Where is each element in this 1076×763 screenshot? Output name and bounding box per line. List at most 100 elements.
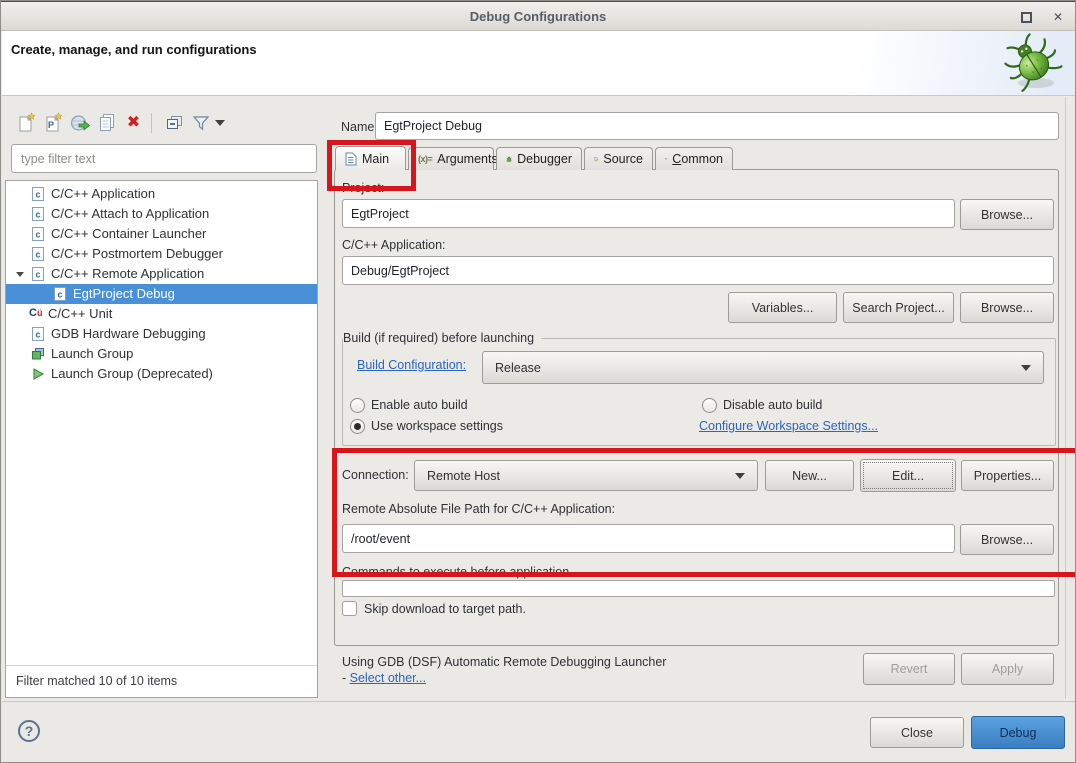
connection-label: Connection: <box>342 468 409 482</box>
build-configuration-combo[interactable]: Release <box>482 351 1044 384</box>
variables-button[interactable]: Variables... <box>728 292 837 323</box>
debug-button[interactable]: Debug <box>971 716 1065 749</box>
skip-download-label: Skip download to target path. <box>364 602 526 616</box>
use-workspace-settings-label: Use workspace settings <box>371 419 503 433</box>
export-launch-config-button[interactable] <box>67 110 92 136</box>
tree-item-egtproject-debug[interactable]: c EgtProject Debug <box>6 284 317 304</box>
c-icon: c <box>53 287 67 301</box>
select-other-link[interactable]: Select other... <box>350 671 426 685</box>
close-button[interactable]: Close <box>870 717 964 748</box>
launcher-info-text: Using GDB (DSF) Automatic Remote Debuggi… <box>342 655 666 669</box>
new-launch-config-icon <box>15 112 37 134</box>
use-workspace-settings-radio[interactable] <box>350 419 365 434</box>
connection-new-button[interactable]: New... <box>765 460 854 491</box>
commands-input[interactable] <box>342 580 1055 597</box>
search-project-button[interactable]: Search Project... <box>843 292 954 323</box>
debug-beetle-icon <box>998 33 1064 93</box>
export-launch-config-icon <box>69 112 91 134</box>
close-window-button[interactable]: ✕ <box>1051 11 1065 25</box>
project-browse-button[interactable]: Browse... <box>960 199 1054 230</box>
svg-text:c: c <box>57 290 62 300</box>
expand-arrow-icon[interactable] <box>16 272 24 277</box>
filter-input[interactable] <box>11 144 317 173</box>
connection-value: Remote Host <box>427 469 500 483</box>
duplicate-icon <box>96 112 118 134</box>
skip-download-checkbox[interactable] <box>342 601 357 616</box>
c-icon: c <box>31 267 45 281</box>
connection-combo[interactable]: Remote Host <box>414 460 758 491</box>
svg-text:c: c <box>35 190 40 200</box>
help-button[interactable]: ? <box>18 720 40 742</box>
svg-text:c: c <box>35 230 40 240</box>
chevron-down-icon <box>1021 365 1031 371</box>
svg-text:c: c <box>35 270 40 280</box>
collapse-all-icon <box>163 112 185 134</box>
enable-auto-build-label: Enable auto build <box>371 398 468 412</box>
name-label: Name: <box>341 120 378 134</box>
maximize-button[interactable] <box>1019 11 1033 25</box>
c-icon: c <box>31 187 45 201</box>
connection-edit-button[interactable]: Edit... <box>860 459 956 492</box>
remote-path-input[interactable] <box>342 524 955 553</box>
new-prototype-icon: P <box>42 112 64 134</box>
maximize-icon <box>1021 12 1032 23</box>
tab-main[interactable]: Main <box>335 146 406 170</box>
commands-label: Commands to execute before application <box>342 565 569 579</box>
footer-separator <box>2 701 1076 702</box>
build-configuration-link[interactable]: Build Configuration: <box>357 358 466 372</box>
common-tab-icon <box>665 152 667 166</box>
revert-button[interactable]: Revert <box>863 653 955 685</box>
enable-auto-build-radio[interactable] <box>350 398 365 413</box>
application-input[interactable] <box>342 256 1054 285</box>
close-icon: ✕ <box>1053 10 1063 24</box>
svg-text:c: c <box>35 210 40 220</box>
tree-item-cpp-application[interactable]: c C/C++ Application <box>6 184 317 204</box>
application-browse-button[interactable]: Browse... <box>960 292 1054 323</box>
new-prototype-button[interactable]: P <box>40 110 65 136</box>
apply-button[interactable]: Apply <box>961 653 1054 685</box>
cunit-icon: Cü <box>29 306 43 320</box>
remote-path-browse-button[interactable]: Browse... <box>960 524 1054 555</box>
disable-auto-build-radio[interactable] <box>702 398 717 413</box>
remote-path-label: Remote Absolute File Path for C/C++ Appl… <box>342 502 615 516</box>
delete-config-button[interactable]: ✖ <box>121 110 146 136</box>
c-icon: c <box>31 227 45 241</box>
tree-item-cpp-container-launcher[interactable]: c C/C++ Container Launcher <box>6 224 317 244</box>
configurations-tree-panel: c C/C++ Application c C/C++ Attach to Ap… <box>5 180 318 698</box>
launcher-prefix: - <box>342 671 350 685</box>
tab-source[interactable]: Source <box>584 147 653 170</box>
project-input[interactable] <box>342 199 955 228</box>
delete-icon: ✖ <box>127 115 140 131</box>
c-icon: c <box>31 247 45 261</box>
tree-item-cpp-postmortem[interactable]: c C/C++ Postmortem Debugger <box>6 244 317 264</box>
filter-button[interactable] <box>188 110 213 136</box>
tree-item-gdb-hardware[interactable]: c GDB Hardware Debugging <box>6 324 317 344</box>
configure-workspace-settings-link[interactable]: Configure Workspace Settings... <box>699 419 878 433</box>
launch-group-deprecated-icon <box>31 367 45 381</box>
debug-configurations-dialog: Debug Configurations ✕ Create, manage, a… <box>0 0 1076 763</box>
tree-item-launch-group-deprecated[interactable]: Launch Group (Deprecated) <box>6 364 317 384</box>
collapse-all-button[interactable] <box>161 110 186 136</box>
window-title: Debug Configurations <box>1 9 1075 24</box>
tab-debugger[interactable]: Debugger <box>496 147 582 170</box>
source-tab-icon <box>594 152 598 166</box>
svg-text:c: c <box>35 330 40 340</box>
name-input[interactable] <box>375 112 1059 140</box>
svg-text:P: P <box>47 120 53 130</box>
tree-item-cpp-attach[interactable]: c C/C++ Attach to Application <box>6 204 317 224</box>
project-label: Project: <box>342 181 384 195</box>
tab-arguments[interactable]: (x)= Arguments <box>408 147 494 170</box>
c-icon: c <box>31 327 45 341</box>
toolbar-menu-button[interactable] <box>212 110 228 136</box>
build-before-launch-group: Build (if required) before launching Bui… <box>342 338 1056 446</box>
new-launch-config-button[interactable] <box>13 110 38 136</box>
tab-common[interactable]: Common <box>655 147 733 170</box>
svg-text:c: c <box>35 250 40 260</box>
header-banner: Create, manage, and run configurations <box>2 31 1076 96</box>
tree-item-cpp-remote-application[interactable]: c C/C++ Remote Application <box>6 264 317 284</box>
tree-item-launch-group[interactable]: Launch Group <box>6 344 317 364</box>
connection-properties-button[interactable]: Properties... <box>961 460 1054 491</box>
main-tab-icon <box>345 152 357 166</box>
tree-item-cpp-unit[interactable]: Cü C/C++ Unit <box>6 304 317 324</box>
duplicate-config-button[interactable] <box>94 110 119 136</box>
